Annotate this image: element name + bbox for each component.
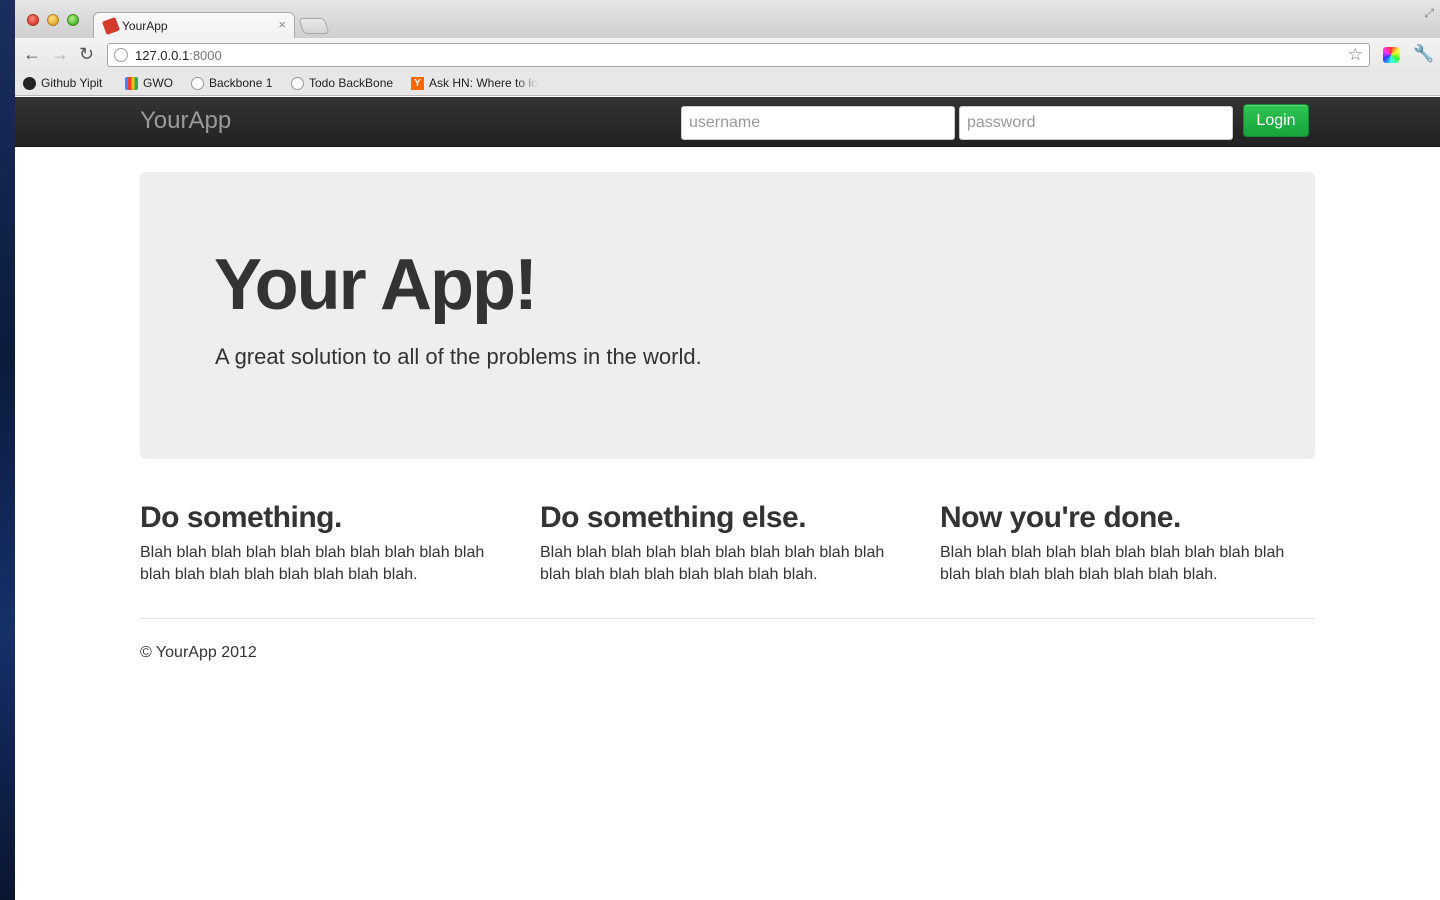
feature-text: Blah blah blah blah blah blah blah blah … xyxy=(140,544,485,583)
brand-link[interactable]: YourApp xyxy=(140,107,231,135)
feature-text: Blah blah blah blah blah blah blah blah … xyxy=(940,544,1285,583)
feature-heading: Do something else. xyxy=(540,501,807,534)
bookmark-label: Ask HN: Where to lo xyxy=(429,76,538,90)
globe-icon xyxy=(291,76,304,90)
tag-icon xyxy=(102,17,120,35)
minimize-window-button[interactable] xyxy=(47,14,59,26)
username-input[interactable] xyxy=(681,106,955,140)
login-button[interactable]: Login xyxy=(1243,104,1309,137)
tab-close-icon[interactable]: × xyxy=(278,17,286,32)
bookmark-ask-hn[interactable]: Y Ask HN: Where to lo xyxy=(411,76,546,90)
address-bar[interactable]: 127.0.0.1:8000 ☆ xyxy=(107,43,1370,67)
globe-icon xyxy=(191,76,204,90)
zoom-window-button[interactable] xyxy=(67,14,79,26)
footer-divider xyxy=(140,618,1315,619)
fullscreen-icon[interactable]: ⤢ xyxy=(1424,6,1434,21)
address-url: 127.0.0.1:8000 xyxy=(135,48,222,63)
close-window-button[interactable] xyxy=(27,14,39,26)
bookmark-label: GWO xyxy=(143,76,173,90)
feature-column: Do something. Blah blah blah blah blah b… xyxy=(140,500,510,586)
browser-toolbar: ← → ↻ 127.0.0.1:8000 ☆ 🔧 xyxy=(15,38,1440,72)
browser-window: YourApp × ⤢ ← → ↻ 127.0.0.1:8000 ☆ 🔧 Git… xyxy=(15,0,1440,900)
bookmark-github-yipit[interactable]: Github Yipit xyxy=(23,76,102,90)
footer-copyright: © YourApp 2012 xyxy=(140,644,257,661)
hero-title: Your App! xyxy=(214,245,538,325)
forward-arrow-icon[interactable]: → xyxy=(51,44,69,64)
url-host: 127.0.0.1 xyxy=(135,48,190,63)
bookmark-gwo[interactable]: GWO xyxy=(125,76,173,90)
hero-unit: Your App! A great solution to all of the… xyxy=(140,172,1315,459)
feature-heading: Do something. xyxy=(140,501,342,534)
bookmark-star-icon[interactable]: ☆ xyxy=(1348,45,1363,65)
tab-yourapp[interactable]: YourApp × xyxy=(93,12,295,39)
new-tab-button[interactable] xyxy=(298,18,330,34)
desktop-background xyxy=(0,0,15,900)
bookmark-label: Backbone 1 xyxy=(209,76,273,90)
page-info-icon[interactable] xyxy=(114,48,128,62)
google-icon xyxy=(125,76,138,90)
feature-heading: Now you're done. xyxy=(940,501,1181,534)
bookmark-backbone-1[interactable]: Backbone 1 xyxy=(191,76,272,90)
feature-column: Do something else. Blah blah blah blah b… xyxy=(540,500,910,586)
back-arrow-icon[interactable]: ← xyxy=(23,44,41,64)
github-icon xyxy=(23,76,36,90)
hero-subtitle: A great solution to all of the problems … xyxy=(215,344,702,369)
reload-icon[interactable]: ↻ xyxy=(79,44,94,64)
feature-column: Now you're done. Blah blah blah blah bla… xyxy=(940,500,1310,586)
bookmarks-bar: Github Yipit GWO Backbone 1 Todo BackBon… xyxy=(15,72,1440,96)
tab-title: YourApp xyxy=(122,19,168,33)
feature-text: Blah blah blah blah blah blah blah blah … xyxy=(540,544,885,583)
tab-strip: YourApp × ⤢ xyxy=(15,0,1440,39)
password-input[interactable] xyxy=(959,106,1233,140)
ycombinator-icon: Y xyxy=(411,76,424,90)
wrench-icon[interactable]: 🔧 xyxy=(1413,44,1434,64)
color-extension-icon[interactable] xyxy=(1383,47,1399,63)
bookmark-todo-backbone[interactable]: Todo BackBone xyxy=(291,76,393,90)
url-port: :8000 xyxy=(189,48,222,63)
top-navbar: YourApp Login xyxy=(15,97,1440,147)
bookmark-label: Todo BackBone xyxy=(309,76,394,90)
bookmark-label: Github Yipit xyxy=(41,76,103,90)
